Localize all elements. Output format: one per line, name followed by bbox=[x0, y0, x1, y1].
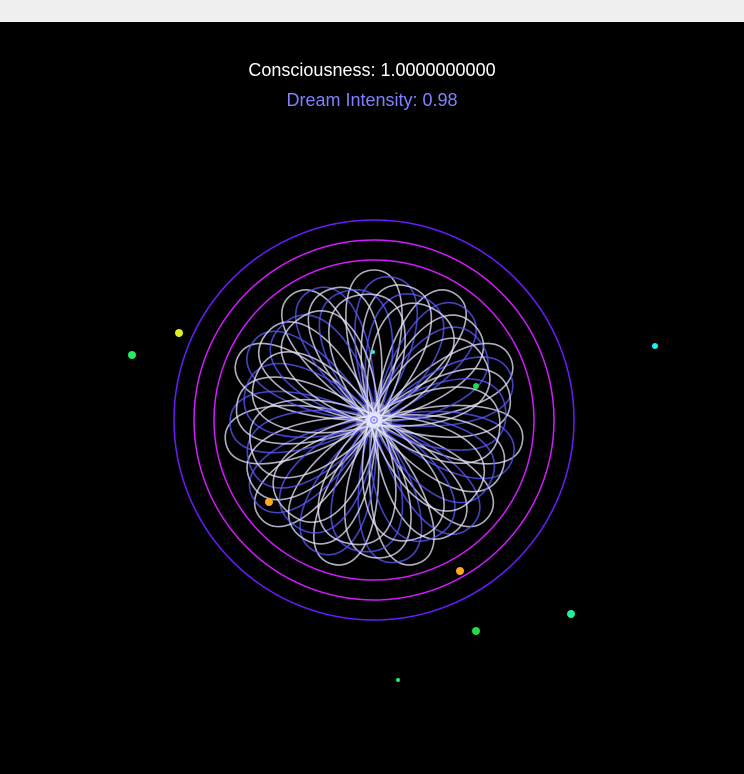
particle-dot bbox=[265, 498, 273, 506]
rose-curve-pattern bbox=[224, 269, 524, 566]
particle-dot bbox=[652, 343, 658, 349]
pattern-core bbox=[356, 402, 392, 438]
particle-dot bbox=[473, 383, 479, 389]
particle-dot bbox=[396, 678, 400, 682]
consciousness-readout: Consciousness: 1.0000000000 bbox=[248, 60, 496, 80]
dream-intensity-readout: Dream Intensity: 0.98 bbox=[286, 90, 458, 110]
particle-dot bbox=[175, 329, 183, 337]
floating-particles bbox=[128, 329, 658, 682]
particle-dot bbox=[472, 627, 480, 635]
particle-dot bbox=[371, 350, 375, 354]
particle-dot bbox=[567, 610, 575, 618]
dream-visualization bbox=[128, 219, 658, 682]
particle-dot bbox=[128, 351, 136, 359]
particle-dot bbox=[456, 567, 464, 575]
